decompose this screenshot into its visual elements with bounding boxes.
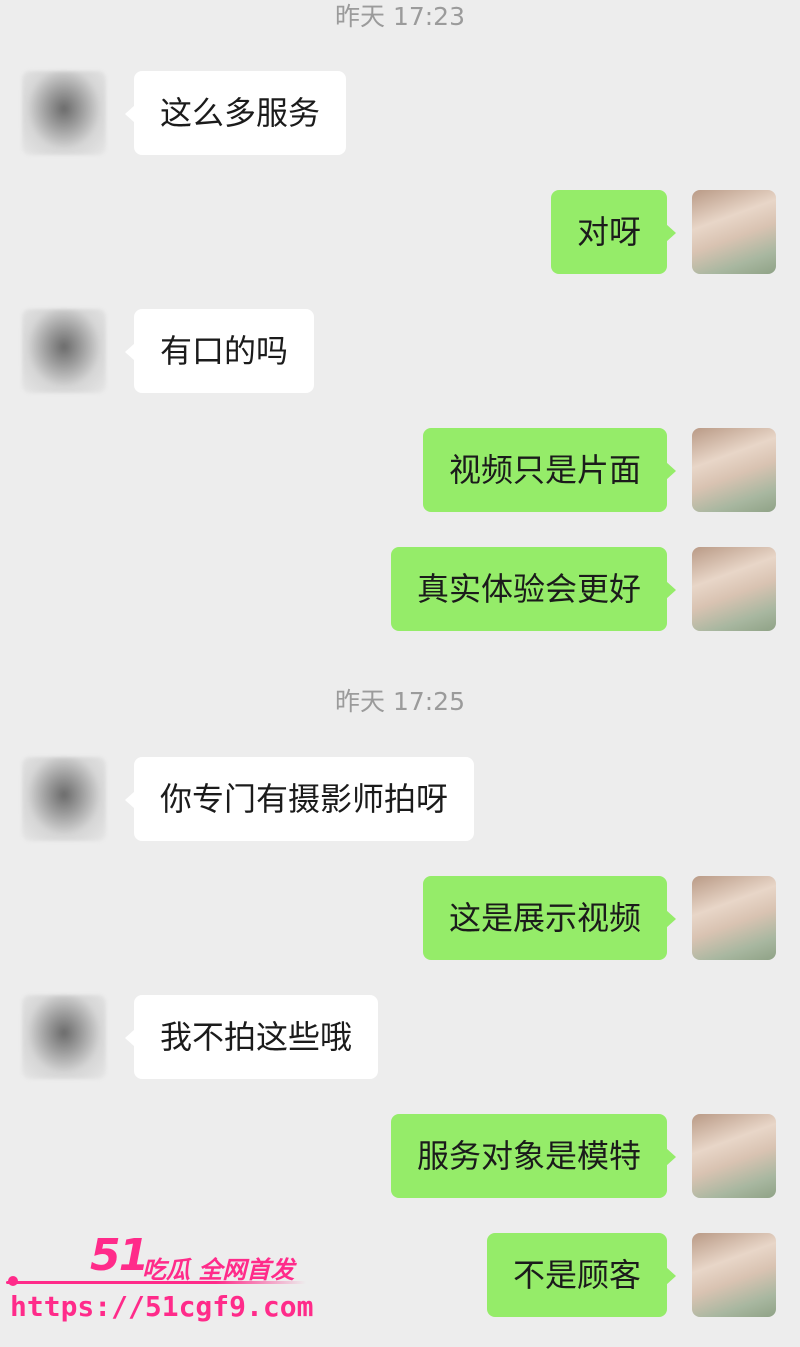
contact-avatar-icon[interactable] <box>22 995 106 1079</box>
message-bubble-incoming[interactable]: 有口的吗 <box>124 309 315 393</box>
message-bubble-incoming[interactable]: 你专门有摄影师拍呀 <box>124 757 475 841</box>
timestamp: 昨天 17:25 <box>335 687 465 716</box>
self-avatar-icon[interactable] <box>692 1114 776 1198</box>
timestamp: 昨天 17:23 <box>335 2 465 31</box>
self-avatar-icon[interactable] <box>692 876 776 960</box>
message-row: 有口的吗 <box>0 309 800 393</box>
watermark: 51 吃瓜 全网首发 https://51cgf9.com <box>6 1228 326 1338</box>
watermark-brand-number: 51 <box>90 1230 149 1281</box>
message-row: 对呀 <box>0 190 800 274</box>
message-row: 这么多服务 <box>0 71 800 155</box>
message-row: 服务对象是模特 <box>0 1114 800 1198</box>
watermark-brand-text: 吃瓜 全网首发 <box>142 1256 295 1284</box>
message-row: 我不拍这些哦 <box>0 995 800 1079</box>
message-bubble-outgoing[interactable]: 视频只是片面 <box>422 428 677 512</box>
message-bubble-outgoing[interactable]: 不是顾客 <box>486 1233 677 1317</box>
contact-avatar-icon[interactable] <box>22 309 106 393</box>
message-row: 真实体验会更好 <box>0 547 800 631</box>
message-bubble-outgoing[interactable]: 这是展示视频 <box>422 876 677 960</box>
self-avatar-icon[interactable] <box>692 190 776 274</box>
message-bubble-outgoing[interactable]: 服务对象是模特 <box>390 1114 677 1198</box>
message-row: 这是展示视频 <box>0 876 800 960</box>
message-row: 你专门有摄影师拍呀 <box>0 757 800 841</box>
chat-area: 昨天 17:23 这么多服务 对呀 有口的吗 视频只是片面 真实体验会更好 昨天… <box>0 0 800 1347</box>
message-bubble-outgoing[interactable]: 对呀 <box>550 190 677 274</box>
self-avatar-icon[interactable] <box>692 428 776 512</box>
contact-avatar-icon[interactable] <box>22 757 106 841</box>
message-bubble-outgoing[interactable]: 真实体验会更好 <box>390 547 677 631</box>
message-row: 视频只是片面 <box>0 428 800 512</box>
watermark-url: https://51cgf9.com <box>10 1290 314 1323</box>
self-avatar-icon[interactable] <box>692 547 776 631</box>
self-avatar-icon[interactable] <box>692 1233 776 1317</box>
contact-avatar-icon[interactable] <box>22 71 106 155</box>
watermark-divider <box>6 1281 306 1284</box>
message-bubble-incoming[interactable]: 我不拍这些哦 <box>124 995 379 1079</box>
message-bubble-incoming[interactable]: 这么多服务 <box>124 71 347 155</box>
